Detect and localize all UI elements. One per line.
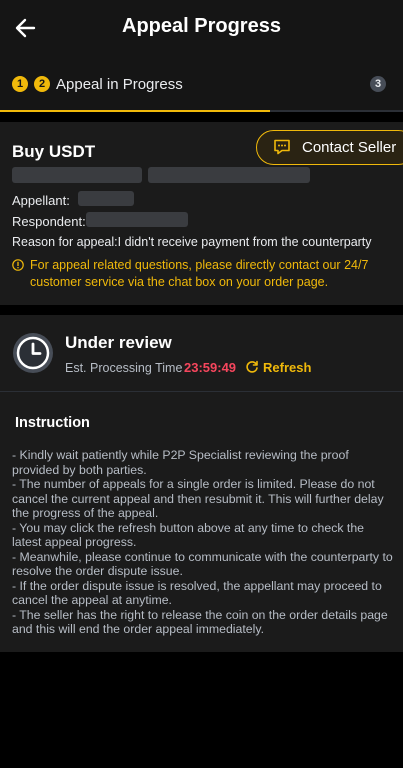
instruction-item: - The seller has the right to release th… (12, 607, 388, 637)
refresh-label: Refresh (263, 360, 312, 375)
redacted-appellant-name (78, 191, 134, 206)
instruction-item: - If the order dispute issue is resolved… (12, 578, 382, 608)
notice-text: For appeal related questions, please dir… (30, 258, 369, 289)
appeal-steps: 1 2 Appeal in Progress 3 (0, 56, 403, 112)
contact-seller-button[interactable]: Contact Seller (256, 130, 403, 165)
refresh-icon (246, 360, 258, 373)
chat-icon (274, 139, 290, 155)
order-title: Buy USDT (12, 142, 96, 161)
instruction-item: - Meanwhile, please continue to communic… (12, 549, 393, 579)
instruction-item: - Kindly wait patiently while P2P Specia… (12, 448, 349, 477)
redacted-order-number (12, 167, 142, 183)
step-2-badge: 2 (34, 76, 50, 92)
respondent-label: Respondent: (12, 214, 86, 229)
clock-icon (13, 333, 53, 373)
review-card: Under review Est. Processing Time 23:59:… (0, 315, 403, 652)
contact-seller-label: Contact Seller (302, 139, 397, 156)
countdown-timer: 23:59:49 (184, 360, 237, 375)
est-processing-label: Est. Processing Time (65, 361, 183, 375)
section-divider (0, 391, 403, 392)
appellant-label: Appellant: (12, 193, 70, 208)
info-icon (12, 259, 24, 271)
step-1-badge: 1 (12, 76, 28, 92)
redacted-respondent-name (86, 212, 188, 227)
instruction-item: - The number of appeals for a single ord… (12, 477, 384, 520)
review-status-title: Under review (65, 333, 172, 352)
step-3-badge: 3 (370, 76, 386, 92)
current-step-label: Appeal in Progress (56, 76, 183, 93)
redacted-order-date (148, 167, 310, 183)
header-bar: Appeal Progress (0, 0, 403, 56)
progress-fill (0, 110, 270, 112)
appeal-reason: Reason for appeal:I didn't receive payme… (12, 235, 372, 249)
instruction-title: Instruction (15, 415, 90, 431)
instruction-list: - Kindly wait patiently while P2P Specia… (12, 448, 394, 637)
instruction-item: - You may click the refresh button above… (12, 520, 365, 550)
page-title: Appeal Progress (122, 15, 281, 37)
order-card: Buy USDT Contact Seller Appellant: Respo… (0, 122, 403, 305)
